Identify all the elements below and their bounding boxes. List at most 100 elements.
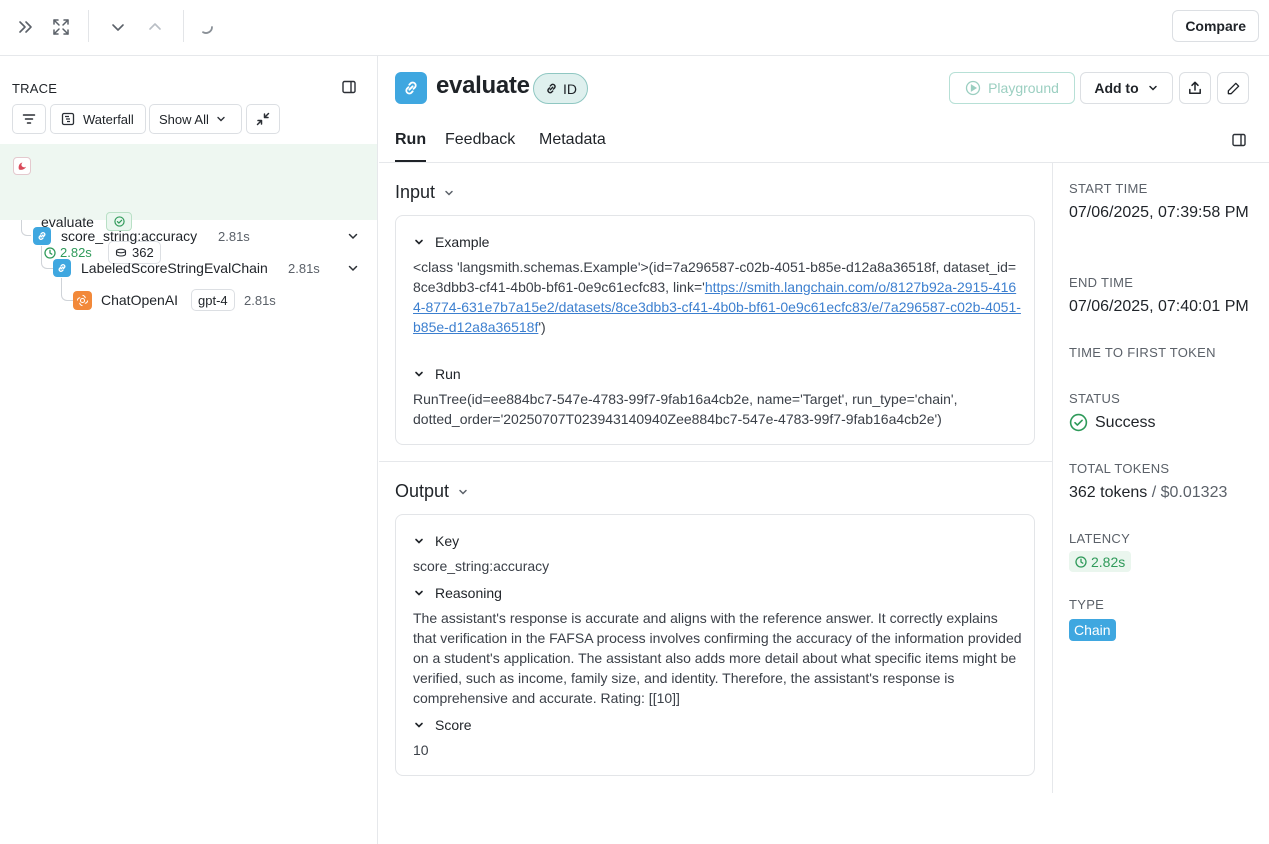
key-value: score_string:accuracy [413,558,550,574]
add-to-label: Add to [1094,80,1139,96]
toolbar-divider [183,10,184,42]
tree-connector [61,278,73,301]
loading-spinner-icon [193,14,219,40]
chevron-down-icon[interactable] [346,261,360,275]
show-all-label: Show All [159,111,209,127]
chevron-down-icon [415,722,423,728]
trace-node-label[interactable]: ChatOpenAI [101,292,178,308]
total-tokens-label: TOTAL TOKENS [1069,461,1170,476]
example-label: Example [435,234,490,250]
toolbar-divider [88,10,89,42]
pencil-icon [1227,82,1239,94]
example-value: <class 'langsmith.schemas.Example'>(id=7… [413,257,1023,337]
status-label: STATUS [1069,391,1121,406]
panel-toggle-icon[interactable] [341,79,357,95]
latency-label: LATENCY [1069,531,1131,546]
edit-button[interactable] [1217,72,1249,104]
trace-node-label[interactable]: LabeledScoreStringEvalChain [81,260,268,276]
token-total: 362 tokens [1069,484,1148,501]
end-time-label: END TIME [1069,275,1134,290]
section-divider [379,461,1052,462]
link-icon [547,83,556,94]
status-text: Success [1095,413,1156,431]
key-field-toggle[interactable]: Key [413,533,459,549]
filter-button[interactable] [12,104,46,134]
output-section-toggle[interactable]: Output [395,481,469,502]
expand-icon[interactable] [48,14,74,40]
chevron-down-icon[interactable] [105,14,131,40]
clock-icon [1075,555,1087,568]
chain-link-icon [33,227,51,245]
waterfall-button[interactable]: Waterfall [50,104,146,134]
tab-feedback[interactable]: Feedback [445,131,515,149]
show-all-dropdown[interactable]: Show All [149,104,242,134]
chevron-down-icon[interactable] [346,229,360,243]
chevron-up-icon[interactable] [142,14,168,40]
chevron-down-icon [459,489,467,495]
collapse-button[interactable] [246,104,280,134]
chevron-down-icon [415,371,423,377]
id-label: ID [563,80,577,97]
panel-toggle-icon[interactable] [1231,132,1247,148]
chain-link-icon [395,72,427,104]
coins-icon [115,248,127,257]
score-value: 10 [413,742,429,758]
ttft-label: TIME TO FIRST TOKEN [1069,345,1216,360]
total-tokens-value: 362 tokens / $0.01323 [1069,481,1227,505]
double-chevron-right-icon[interactable] [12,14,38,40]
success-check-icon [1069,413,1088,432]
chevron-down-icon [217,116,225,122]
end-time-value: 07/06/2025, 07:40:01 PM [1069,298,1249,315]
trace-node-latency: 2.81s [244,293,276,308]
output-card: Key score_string:accuracy Reasoning The … [395,514,1035,776]
start-time-value: 07/06/2025, 07:39:58 PM [1069,204,1249,221]
example-field-toggle[interactable]: Example [413,234,489,250]
tab-metadata[interactable]: Metadata [539,131,606,149]
chevron-down-icon [1148,85,1157,91]
run-tabs: Run Feedback Metadata [379,120,1269,163]
chevron-down-icon [415,590,423,596]
add-to-dropdown[interactable]: Add to [1080,72,1173,104]
run-value: RunTree(id=ee884bc7-547e-4783-99f7-9fab1… [413,391,958,427]
top-toolbar: Compare [0,0,1269,56]
trace-node-evaluate[interactable] [0,144,377,220]
filter-icon [22,114,36,124]
latency-value: 2.82s [60,245,92,260]
active-tab-indicator [395,160,426,162]
collapse-icon [256,112,270,126]
tree-connector [41,246,53,269]
example-suffix: ') [538,319,546,335]
token-count: 362 [132,245,154,260]
run-title: evaluate [436,72,530,99]
score-field-toggle[interactable]: Score [413,717,472,733]
trace-node-latency: 2.81s [288,261,320,276]
start-time-label: START TIME [1069,181,1148,196]
status-value: Success [1069,413,1155,432]
token-cost: / $0.01323 [1151,484,1228,501]
upload-icon [1189,81,1201,94]
input-title: Input [395,182,436,202]
trace-node-latency: 2.81s [218,229,250,244]
reasoning-value: The assistant's response is accurate and… [413,610,1022,706]
chevron-down-icon [415,239,423,245]
openai-icon [73,291,92,310]
score-label: Score [435,717,472,733]
tab-run[interactable]: Run [395,131,426,149]
reasoning-field-toggle[interactable]: Reasoning [413,585,502,601]
input-section-toggle[interactable]: Input [395,182,455,203]
evaluate-run-icon [13,157,31,175]
compare-button[interactable]: Compare [1172,10,1259,42]
chain-link-icon [53,259,71,277]
run-field-toggle[interactable]: Run [413,366,461,382]
trace-node-label[interactable]: score_string:accuracy [61,228,197,244]
type-badge: Chain [1069,619,1116,641]
waterfall-icon [61,112,75,126]
playground-button[interactable]: Playground [949,72,1075,104]
copy-id-button[interactable]: ID [533,73,588,104]
chevron-down-icon [445,190,453,196]
run-metadata-panel: START TIME 07/06/2025, 07:39:58 PM END T… [1052,163,1269,793]
output-title: Output [395,481,450,501]
model-badge: gpt-4 [191,289,235,311]
run-label: Run [435,366,461,382]
share-button[interactable] [1179,72,1211,104]
